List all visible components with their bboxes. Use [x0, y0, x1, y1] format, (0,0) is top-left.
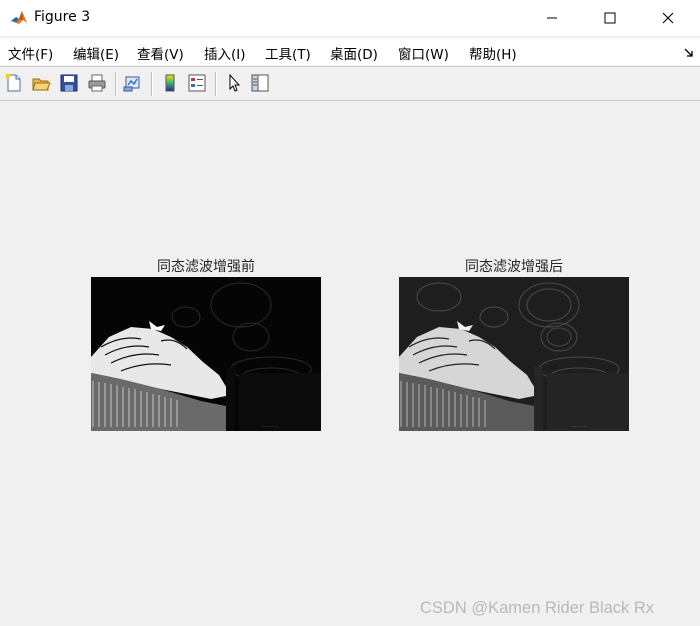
window-title: Figure 3: [34, 9, 91, 25]
toolbar-separator: [115, 72, 117, 96]
save-icon[interactable]: [59, 73, 79, 93]
property-inspector-icon[interactable]: [250, 73, 270, 93]
insert-colorbar-icon[interactable]: [160, 73, 180, 93]
minimize-button[interactable]: [529, 0, 575, 36]
menu-edit[interactable]: 编辑(E): [73, 43, 119, 63]
toolbar-separator: [151, 72, 153, 96]
axes-title-before: 同态滤波增强前: [157, 259, 255, 275]
axes-title-after: 同态滤波增强后: [465, 259, 563, 275]
close-icon: [662, 12, 674, 24]
menu-desktop[interactable]: 桌面(D): [330, 43, 378, 63]
close-button[interactable]: [645, 0, 691, 36]
maximize-icon: [604, 12, 616, 24]
image-before: ............: [91, 277, 321, 431]
minimize-icon: [547, 17, 557, 19]
link-plot-icon[interactable]: [123, 73, 143, 93]
maximize-button[interactable]: [587, 0, 633, 36]
figure-toolbar: [0, 66, 700, 101]
svg-text:............: ............: [571, 423, 586, 428]
menu-tools[interactable]: 工具(T): [265, 43, 311, 63]
menu-file[interactable]: 文件(F): [8, 43, 53, 63]
svg-text:............: ............: [263, 423, 278, 428]
edit-plot-arrow-icon[interactable]: [224, 73, 244, 93]
new-figure-icon[interactable]: [4, 73, 24, 93]
dock-arrow-icon[interactable]: [683, 44, 695, 57]
menu-help[interactable]: 帮助(H): [469, 43, 517, 63]
print-icon[interactable]: [87, 73, 107, 93]
title-bar: Figure 3: [0, 0, 700, 36]
open-file-icon[interactable]: [31, 73, 51, 93]
menu-view[interactable]: 查看(V): [137, 43, 184, 63]
image-after: ............: [399, 277, 629, 431]
watermark-text: CSDN @Kamen Rider Black Rx: [420, 599, 655, 617]
toolbar-separator: [215, 72, 217, 96]
insert-legend-icon[interactable]: [187, 73, 207, 93]
menu-bar: 文件(F) 编辑(E) 查看(V) 插入(I) 工具(T) 桌面(D) 窗口(W…: [0, 38, 700, 65]
menu-window[interactable]: 窗口(W): [398, 43, 449, 63]
matlab-logo-icon: [10, 9, 28, 27]
menu-insert[interactable]: 插入(I): [204, 43, 246, 63]
